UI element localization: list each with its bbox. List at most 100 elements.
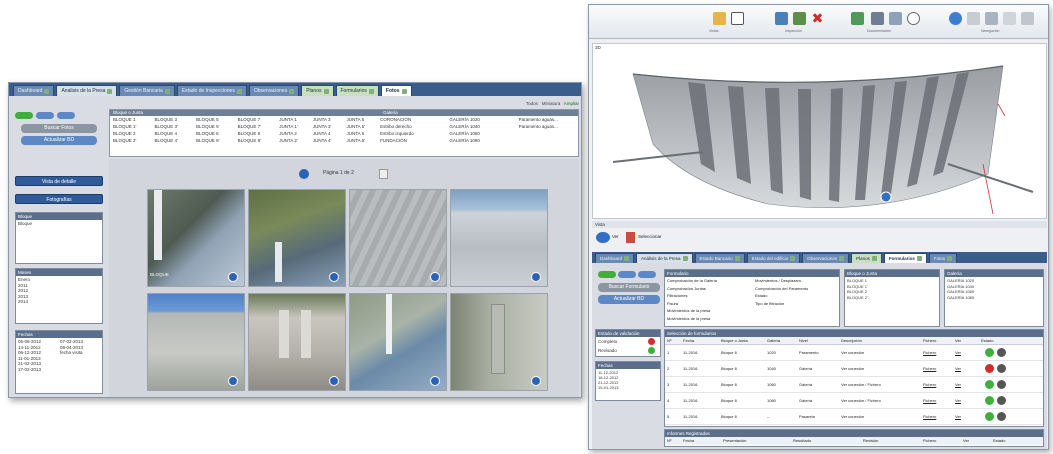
table-cell[interactable]: [519, 130, 578, 137]
table-cell[interactable]: Ver: [953, 345, 979, 360]
table-cell[interactable]: BLOQUE 4: [155, 130, 197, 137]
column-header[interactable]: Revisión: [861, 437, 921, 445]
column-header[interactable]: Ver: [953, 337, 979, 344]
list-item[interactable]: Movimientos de la presa: [665, 307, 839, 315]
tab-close-icon[interactable]: [44, 88, 50, 94]
tab-close-icon[interactable]: [107, 88, 113, 94]
table-cell[interactable]: Paramento aguas...: [519, 123, 578, 130]
table-cell[interactable]: Ver: [953, 393, 979, 408]
table-cell[interactable]: JUNTA 6: [346, 130, 380, 137]
table-cell[interactable]: BLOQUE 5: [196, 116, 238, 123]
filter-toggle-blue-2[interactable]: [57, 112, 75, 119]
table-cell[interactable]: Fichero: [921, 377, 953, 392]
tab-3[interactable]: Estado de Inspecciones: [176, 85, 247, 96]
search-forms-button[interactable]: Buscar Formulario: [598, 283, 660, 292]
date-value[interactable]: fecha visita: [60, 350, 83, 356]
layer-icon[interactable]: [793, 12, 806, 25]
table-cell[interactable]: BLOQUE 1: [113, 116, 155, 123]
list-item[interactable]: Movimientos de la presa: [665, 315, 839, 323]
form-type-label[interactable]: Comprobación de la Galería: [667, 277, 755, 285]
tool-icon[interactable]: [775, 12, 788, 25]
table-cell[interactable]: JUNTA 1: [279, 116, 313, 123]
column-header[interactable]: Ver: [961, 437, 991, 445]
date-value[interactable]: 17-02-2013: [18, 367, 60, 373]
filter-option-thumb[interactable]: Miniatura: [542, 101, 561, 106]
table-cell[interactable]: BLOQUE 3': [155, 123, 197, 130]
table-cell[interactable]: JUNTA 2': [279, 137, 313, 144]
table-cell[interactable]: GALERÍA 1080: [449, 137, 518, 144]
table-cell[interactable]: GALERÍA 1060: [449, 130, 518, 137]
search-photos-button[interactable]: Buscar Fotos: [21, 124, 97, 133]
list-item[interactable]: Filtraciones Estado: [665, 292, 839, 300]
dam-3d-model[interactable]: [593, 44, 1046, 218]
table-row[interactable]: BLOQUE 2 BLOQUE 4 BLOQUE 6 BLOQUE 8 JUNTA 2J…: [110, 130, 578, 137]
select-button[interactable]: Seleccionar: [638, 234, 662, 239]
table-cell[interactable]: BLOQUE 1': [113, 123, 155, 130]
table-row[interactable]: BLOQUE 2' BLOQUE 4' BLOQUE 6' BLOQUE 8' JUNT…: [110, 137, 578, 144]
tab-close-icon[interactable]: [368, 88, 374, 94]
form-type-label[interactable]: Fisura: [667, 300, 755, 308]
table-cell[interactable]: JUNTA 1': [279, 123, 313, 130]
list-item[interactable]: Fisura Tipo de filtración: [665, 300, 839, 308]
table-cell[interactable]: Estribo derecho: [380, 123, 449, 130]
table-cell[interactable]: BLOQUE 2: [113, 130, 155, 137]
list-item[interactable]: GALERÍA 1080: [947, 295, 1041, 301]
tab-close-icon[interactable]: [871, 256, 877, 261]
table-cell[interactable]: BLOQUE 7: [238, 116, 280, 123]
tab-1[interactable]: Analisis de la Presa: [56, 85, 118, 96]
table-cell[interactable]: BLOQUE 5': [196, 123, 238, 130]
photo-info-icon[interactable]: [531, 272, 541, 282]
table-cell[interactable]: JUNTA 4: [313, 130, 347, 137]
table-cell[interactable]: Ver: [953, 409, 979, 424]
prev-page-icon[interactable]: [299, 169, 309, 179]
tab-close-icon[interactable]: [401, 88, 407, 94]
table-cell[interactable]: GALERÍA 1040: [449, 123, 518, 130]
form-type-label[interactable]: Comprobación Juntas: [667, 285, 755, 293]
list-item[interactable]: BLOQUE 2': [847, 295, 937, 301]
column-header[interactable]: Resultado: [791, 437, 861, 445]
table-cell[interactable]: Estribo izquierdo: [380, 130, 449, 137]
tab-close-icon[interactable]: [790, 256, 796, 261]
table-cell[interactable]: BLOQUE 8': [238, 137, 280, 144]
tab-close-icon[interactable]: [682, 256, 688, 261]
table-cell[interactable]: GALERÍA 1020: [449, 116, 518, 123]
form-type-label[interactable]: Movimientos de la presa: [667, 307, 755, 315]
tab-4[interactable]: Observaciones: [248, 85, 300, 96]
print-icon[interactable]: [871, 12, 884, 25]
stamp-icon[interactable]: [851, 12, 864, 25]
tab-close-icon[interactable]: [323, 88, 329, 94]
photo-info-icon[interactable]: [228, 272, 238, 282]
table-cell[interactable]: CORONACIÓN: [380, 116, 449, 123]
photo-thumbnail[interactable]: BLOQUE: [147, 189, 245, 287]
table-row[interactable]: 3 11-2016 Bloque 6 1060 Galería Ver conexión …: [665, 377, 1043, 393]
table-cell[interactable]: Fichero: [921, 409, 953, 424]
view-toggle-icon[interactable]: [596, 232, 610, 243]
delete-icon[interactable]: ✖: [811, 11, 824, 25]
table-row[interactable]: 5 11-2016 Bloque 6 -- Pasarela Ver conexión Fi…: [665, 409, 1043, 425]
table-cell[interactable]: Paramento aguas...: [519, 116, 578, 123]
photo-info-icon[interactable]: [430, 272, 440, 282]
update-db-button[interactable]: Actualizar BD: [598, 295, 660, 304]
filter-toggle-green[interactable]: [15, 112, 33, 119]
tab-6[interactable]: Formularios: [335, 85, 379, 96]
table-cell[interactable]: JUNTA 4': [313, 137, 347, 144]
list-item[interactable]: 17-02-2013: [18, 367, 100, 373]
tab-3[interactable]: Estado del edificio: [746, 253, 801, 263]
tab-close-icon[interactable]: [624, 256, 630, 261]
detail-view-button[interactable]: Vista de detalle: [15, 176, 103, 186]
tab-close-icon[interactable]: [289, 88, 295, 94]
tab-close-icon[interactable]: [164, 88, 170, 94]
table-row[interactable]: 4 11-2016 Bloque 6 1080 Galería Ver conexión …: [665, 393, 1043, 409]
column-header[interactable]: Nº: [665, 337, 681, 344]
list-item[interactable]: Comprobación de la Galería Movimientos / …: [665, 277, 839, 285]
table-cell[interactable]: BLOQUE 4': [155, 137, 197, 144]
list-item[interactable]: 15-01-2013: [598, 385, 658, 390]
column-header[interactable]: Estado: [991, 437, 1031, 445]
photo-info-icon[interactable]: [430, 376, 440, 386]
tab-close-icon[interactable]: [947, 256, 953, 261]
form-type-label[interactable]: Movimientos / Desplazam.: [755, 277, 802, 285]
walk-icon[interactable]: [1003, 12, 1016, 25]
filter-option-all[interactable]: Todos: [526, 101, 538, 106]
column-header[interactable]: Fecha: [681, 437, 721, 445]
column-header[interactable]: Presentación: [721, 437, 791, 445]
